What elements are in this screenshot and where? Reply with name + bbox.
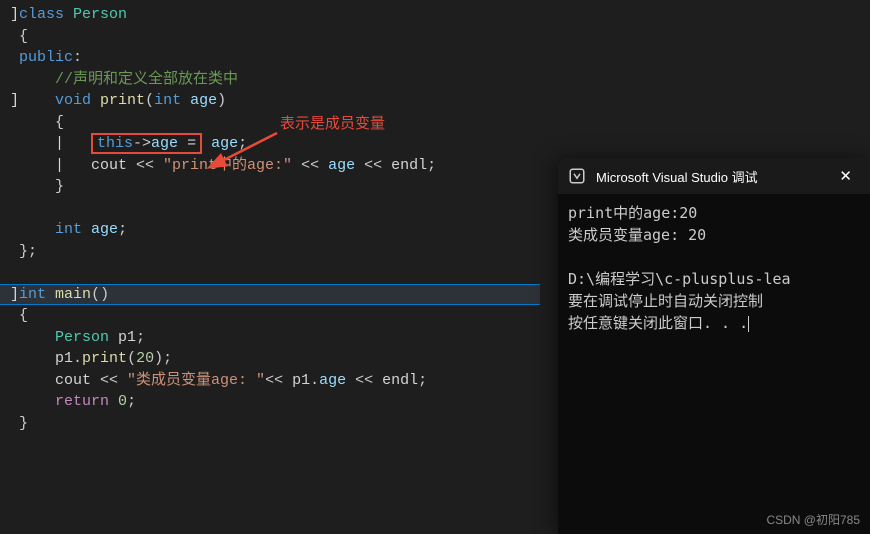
fn-print: print — [100, 92, 145, 109]
vs-icon — [568, 167, 586, 185]
console-line: 类成员变量age: 20 — [568, 226, 706, 244]
code-line: | this->age = age; — [0, 133, 870, 155]
keyword-public: public — [19, 49, 73, 66]
keyword-this: this — [97, 135, 133, 152]
close-button[interactable]: ✕ — [831, 165, 860, 187]
console-line: 按任意键关闭此窗口. . . — [568, 314, 748, 332]
text-cursor — [748, 316, 749, 332]
code-line: ]class Person — [0, 4, 870, 26]
annotation-label: 表示是成员变量 — [280, 112, 385, 133]
this-highlight-box: this->age = — [91, 133, 202, 154]
console-titlebar[interactable]: Microsoft Visual Studio 调试 ✕ — [558, 158, 870, 194]
console-line: 要在调试停止时自动关闭控制 — [568, 292, 763, 310]
debug-console-window[interactable]: Microsoft Visual Studio 调试 ✕ print中的age:… — [558, 158, 870, 534]
console-line: D:\编程学习\c-plusplus-lea — [568, 270, 791, 288]
console-title: Microsoft Visual Studio 调试 — [596, 167, 821, 186]
code-line: { — [0, 112, 870, 134]
fn-main: main — [55, 286, 91, 303]
type-person: Person — [73, 6, 127, 23]
code-line: ] void print(int age) — [0, 90, 870, 112]
console-output[interactable]: print中的age:20 类成员变量age: 20 D:\编程学习\c-plu… — [558, 194, 870, 534]
keyword-class: class — [19, 6, 64, 23]
code-line: //声明和定义全部放在类中 — [0, 69, 870, 91]
code-line: public: — [0, 47, 870, 69]
watermark: CSDN @初阳785 — [766, 511, 860, 528]
code-line: { — [0, 26, 870, 48]
console-line: print中的age:20 — [568, 204, 697, 222]
annotation-arrow — [212, 130, 282, 175]
comment: //声明和定义全部放在类中 — [55, 71, 238, 88]
